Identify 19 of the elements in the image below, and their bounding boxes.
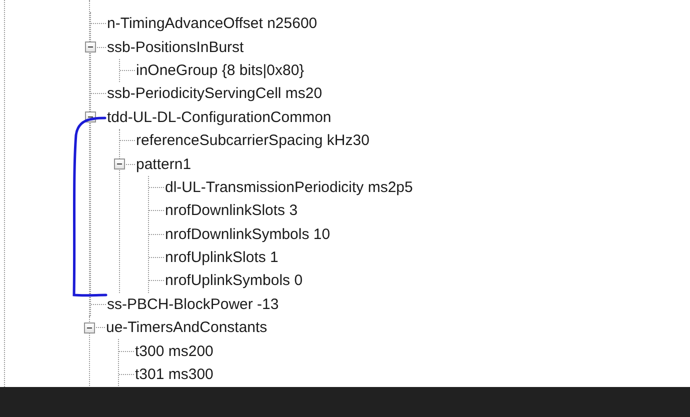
- tree-item-label[interactable]: t300 ms200: [134, 344, 214, 359]
- collapse-icon[interactable]: [85, 42, 96, 53]
- collapse-icon[interactable]: [114, 158, 125, 170]
- tree-item-label[interactable]: ssb-PeriodicityServingCell ms20: [106, 86, 322, 102]
- tree-item-label[interactable]: ss-PBCH-BlockPower -13: [106, 296, 279, 312]
- tree-item-label[interactable]: pattern1: [135, 156, 192, 172]
- tree-item-label[interactable]: nrofDownlinkSlots 3: [164, 203, 298, 218]
- tree-item-label[interactable]: t301 ms300: [134, 367, 214, 382]
- tree-item-label[interactable]: dl-UL-TransmissionPeriodicity ms2p5: [164, 180, 413, 195]
- collapse-icon[interactable]: [84, 322, 95, 334]
- tree-item-label[interactable]: nrofUplinkSlots 1: [164, 250, 278, 266]
- tree-item-label[interactable]: inOneGroup {8 bits|0x80}: [135, 62, 304, 78]
- tree-item-label[interactable]: referenceSubcarrierSpacing kHz30: [135, 133, 370, 148]
- tree-item-label[interactable]: nrofUplinkSymbols 0: [164, 273, 303, 288]
- tree-item-label[interactable]: ue-TimersAndConstants: [105, 320, 268, 336]
- tree-item-label[interactable]: tdd-UL-DL-ConfigurationCommon: [106, 110, 332, 125]
- tree-item-label[interactable]: n-TimingAdvanceOffset n25600: [106, 16, 318, 32]
- tree-item-label[interactable]: nrofDownlinkSymbols 10: [164, 226, 330, 242]
- tree-item-label[interactable]: ssb-PositionsInBurst: [106, 40, 244, 55]
